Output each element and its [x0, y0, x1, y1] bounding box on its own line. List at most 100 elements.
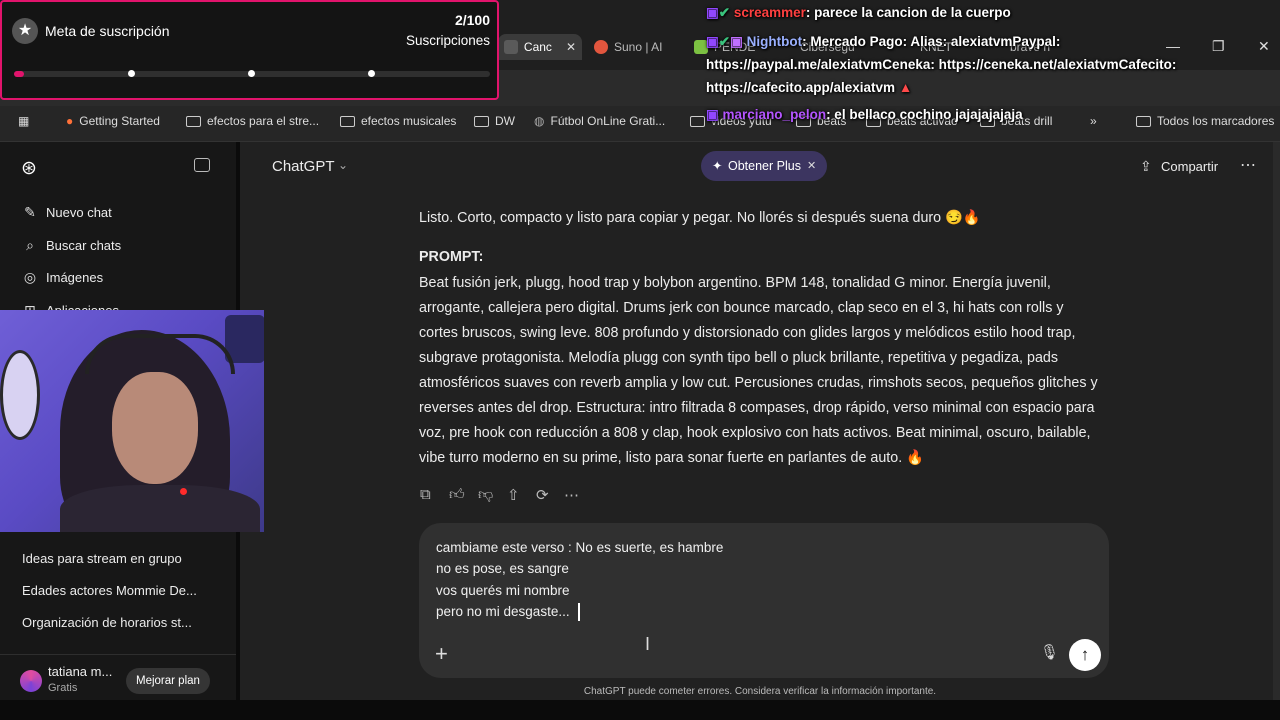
browser-tab-active[interactable]: Canc ✕: [498, 34, 582, 60]
chat-message: ▣✔ screammer: parece la cancion de la cu…: [706, 5, 1011, 21]
folder-icon: [1136, 115, 1151, 127]
globe-icon: ◍: [534, 114, 545, 128]
model-selector[interactable]: ChatGPT: [272, 158, 335, 175]
avatar[interactable]: [20, 670, 42, 692]
chat-text: https://cafecito.app/alexiatvm: [706, 80, 896, 95]
chat-message: ▣ marciano_pelon: el bellaco cochino jaj…: [706, 107, 1023, 123]
goal-milestone: [248, 70, 255, 77]
prompt-line: subgrave protagonista. Melodía plugg con…: [419, 350, 1058, 366]
bookmark-item[interactable]: efectos para el stre...: [186, 114, 319, 128]
ibeam-cursor-icon: I: [645, 634, 651, 654]
more-bookmarks-icon[interactable]: »: [1090, 114, 1097, 128]
bookmark-label: DW: [495, 114, 515, 128]
history-item[interactable]: Organización de horarios st...: [22, 615, 192, 630]
verified-badge-icon: ✔: [718, 34, 731, 49]
prompt-line: vibe turro moderno en su prime, listo pa…: [419, 450, 924, 466]
folder-icon: [340, 115, 355, 127]
badge-icon: ▣: [706, 34, 719, 49]
close-tab-icon[interactable]: ✕: [566, 40, 576, 54]
composer-line[interactable]: cambiame este verso : No es suerte, es h…: [436, 540, 723, 555]
apps-grid-icon[interactable]: ▦: [18, 114, 29, 128]
get-plus-label: Obtener Plus: [728, 159, 801, 173]
microphone-icon[interactable]: 🎙︎: [1040, 643, 1059, 661]
badge-icon: ▣: [706, 5, 719, 20]
bookmark-label: efectos musicales: [361, 114, 457, 128]
send-arrow-icon[interactable]: ↑: [1069, 639, 1101, 671]
composer-line[interactable]: vos querés mi nombre: [436, 583, 570, 598]
warning-icon: ▲: [898, 80, 913, 95]
more-options-icon[interactable]: ⋯: [1240, 155, 1256, 175]
history-item[interactable]: Ideas para stream en grupo: [22, 551, 182, 566]
dismiss-plus-icon[interactable]: ✕: [807, 159, 816, 172]
tab-label: Suno | AI: [614, 40, 663, 54]
bookmarks-bar: ▦ ● Getting Started efectos para el stre.…: [0, 106, 1280, 142]
prompt-line: arrogante, callejera pero digital. Drums…: [419, 300, 1064, 316]
bookmark-item[interactable]: ◍ Fútbol OnLine Grati...: [534, 114, 665, 128]
close-window-icon[interactable]: ✕: [1258, 38, 1270, 55]
chat-text: : parece la cancion de la cuerpo: [805, 5, 1011, 20]
history-item[interactable]: Edades actores Mommie De...: [22, 583, 197, 598]
assistant-intro: Listo. Corto, compacto y listo para copi…: [419, 210, 981, 226]
tab-label: Canc: [523, 40, 552, 54]
search-chats-button[interactable]: ⌕ Buscar chats: [22, 237, 121, 253]
thumbs-down-icon[interactable]: 👎︎: [478, 486, 493, 504]
webcam-feed: [0, 310, 264, 532]
images-button[interactable]: ◎ Imágenes: [22, 269, 103, 285]
bookmark-label: Getting Started: [79, 114, 160, 128]
regenerate-icon[interactable]: ⟳: [536, 486, 549, 504]
more-actions-icon[interactable]: ⋯: [564, 486, 579, 504]
chat-message: https://cafecito.app/alexiatvm ▲: [706, 80, 912, 95]
goal-title: Meta de suscripción: [45, 23, 170, 39]
chevron-down-icon[interactable]: ⌄: [338, 158, 348, 172]
wall-emblem: [0, 350, 40, 440]
folder-icon: [474, 115, 489, 127]
firefox-icon: ●: [66, 114, 74, 128]
disclaimer: ChatGPT puede cometer errores. Considera…: [583, 686, 937, 697]
prompt-title: PROMPT:: [419, 249, 484, 265]
chat-username: Nightbot: [746, 34, 803, 49]
thumbs-up-icon[interactable]: 👍︎: [449, 486, 465, 504]
chat-username: marciano_pelon: [722, 107, 827, 122]
folder-icon: [690, 115, 705, 127]
person-body: [60, 485, 260, 532]
suno-favicon-icon: [594, 40, 608, 54]
chat-text: https://paypal.me/alexiatvmCeneka: https…: [706, 57, 1177, 72]
browser-tab[interactable]: Suno | AI: [594, 34, 663, 60]
chat-username: screammer: [733, 5, 806, 20]
scrollbar[interactable]: [1273, 142, 1280, 700]
images-icon: ◎: [23, 269, 37, 285]
share-button[interactable]: Compartir: [1161, 159, 1218, 174]
prompt-line: atmosféricos suaves con reverb amplia y …: [419, 375, 1098, 391]
composer-line[interactable]: pero no mi desgaste...: [436, 604, 570, 619]
prompt-line: voz, pre hook con reducción a 808 y clap…: [419, 425, 1091, 441]
sidebar-item-label: Nuevo chat: [46, 204, 112, 220]
bookmark-item[interactable]: DW: [474, 114, 515, 128]
search-icon: ⌕: [26, 237, 34, 253]
bookmark-label: Todos los marcadores: [1157, 114, 1275, 128]
user-name[interactable]: tatiana m...: [48, 664, 112, 679]
badge-icon: ▣: [706, 107, 719, 122]
bookmark-item[interactable]: efectos musicales: [340, 114, 456, 128]
upgrade-plan-button[interactable]: Mejorar plan: [126, 668, 210, 694]
bookmark-item[interactable]: ● Getting Started: [66, 114, 160, 128]
bookmark-label: efectos para el stre...: [207, 114, 320, 128]
share-message-icon[interactable]: ⇧: [507, 486, 520, 504]
tab-favicon-icon: [504, 40, 518, 54]
subscription-goal-widget: ★ Meta de suscripción 2/100 Suscripcione…: [0, 0, 499, 100]
all-bookmarks[interactable]: Todos los marcadores: [1136, 114, 1274, 128]
plus-icon[interactable]: +: [435, 641, 448, 667]
restore-icon[interactable]: ❐: [1212, 38, 1225, 55]
copy-icon[interactable]: ⧉: [420, 486, 431, 503]
close-sidebar-icon[interactable]: [194, 158, 210, 172]
goal-milestone: [128, 70, 135, 77]
goal-label: Suscripciones: [405, 33, 490, 48]
headphones: [85, 334, 235, 374]
composer-line[interactable]: no es pose, es sangre: [436, 561, 569, 576]
share-icon[interactable]: ⇪: [1140, 158, 1152, 175]
minimize-icon[interactable]: —: [1166, 38, 1180, 54]
verified-badge-icon: ✔: [718, 5, 731, 20]
broadcaster-badge-icon: ▣: [730, 34, 743, 49]
chatgpt-logo-icon[interactable]: ⊛: [21, 157, 37, 180]
chat-message: ▣✔▣ Nightbot: Mercado Pago: Alias: alexi…: [706, 34, 1060, 50]
new-chat-button[interactable]: ✎ Nuevo chat: [22, 204, 112, 220]
